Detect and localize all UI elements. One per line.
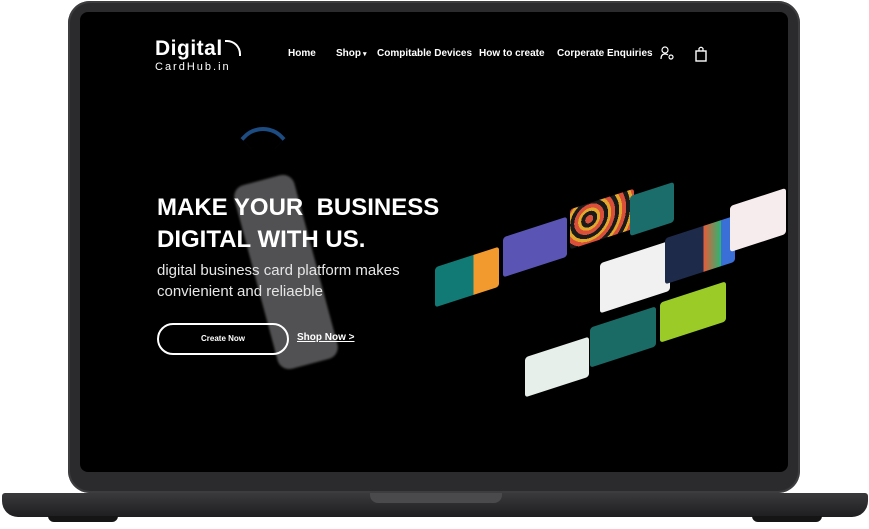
logo-word-cardhub: CardHub.in (155, 61, 231, 73)
site-logo[interactable]: Digital CardHub.in (155, 37, 241, 74)
card-botanical (525, 336, 589, 398)
hero-heading: MAKE YOUR BUSINESS DIGITAL WITH US. (157, 192, 457, 256)
nav-shop-label: Shop (336, 48, 361, 59)
shop-now-link[interactable]: Shop Now > (297, 332, 355, 343)
user-key-icon[interactable] (660, 46, 674, 60)
laptop-foot-left (48, 516, 118, 522)
card-teal-logo (630, 181, 674, 237)
shopping-bag-icon[interactable] (695, 46, 707, 62)
card-navy-geometric (665, 215, 735, 285)
laptop-foot-right (752, 516, 822, 522)
hero-heading-line2: DIGITAL WITH US. (157, 226, 366, 253)
laptop-notch (370, 493, 502, 503)
card-white-qr (600, 240, 670, 314)
card-pink-eye (730, 187, 786, 253)
card-dark-teal (590, 306, 656, 368)
nav-home[interactable]: Home (288, 48, 316, 59)
nav-corporate-enquiries[interactable]: Corperate Enquiries (557, 48, 653, 59)
card-lime (660, 281, 726, 343)
website-screen: Digital CardHub.in Home Shop ▾ Compitable… (80, 12, 788, 472)
nav-compatible-devices[interactable]: Compitable Devices (377, 48, 472, 59)
logo-word-digital: Digital (155, 37, 223, 60)
card-purple-qr (503, 216, 567, 278)
nav-how-to-create[interactable]: How to create (479, 48, 545, 59)
nav-shop[interactable]: Shop ▾ (336, 48, 367, 59)
card-floral (570, 188, 634, 250)
nfc-wave-icon (225, 40, 241, 56)
hero-subtitle: digital business card platform makes con… (157, 262, 400, 300)
chevron-down-icon: ▾ (363, 51, 367, 58)
create-now-button[interactable]: Create Now (157, 323, 289, 355)
wifi-icon (240, 115, 286, 161)
hero-heading-line1: MAKE YOUR BUSINESS (157, 194, 440, 221)
